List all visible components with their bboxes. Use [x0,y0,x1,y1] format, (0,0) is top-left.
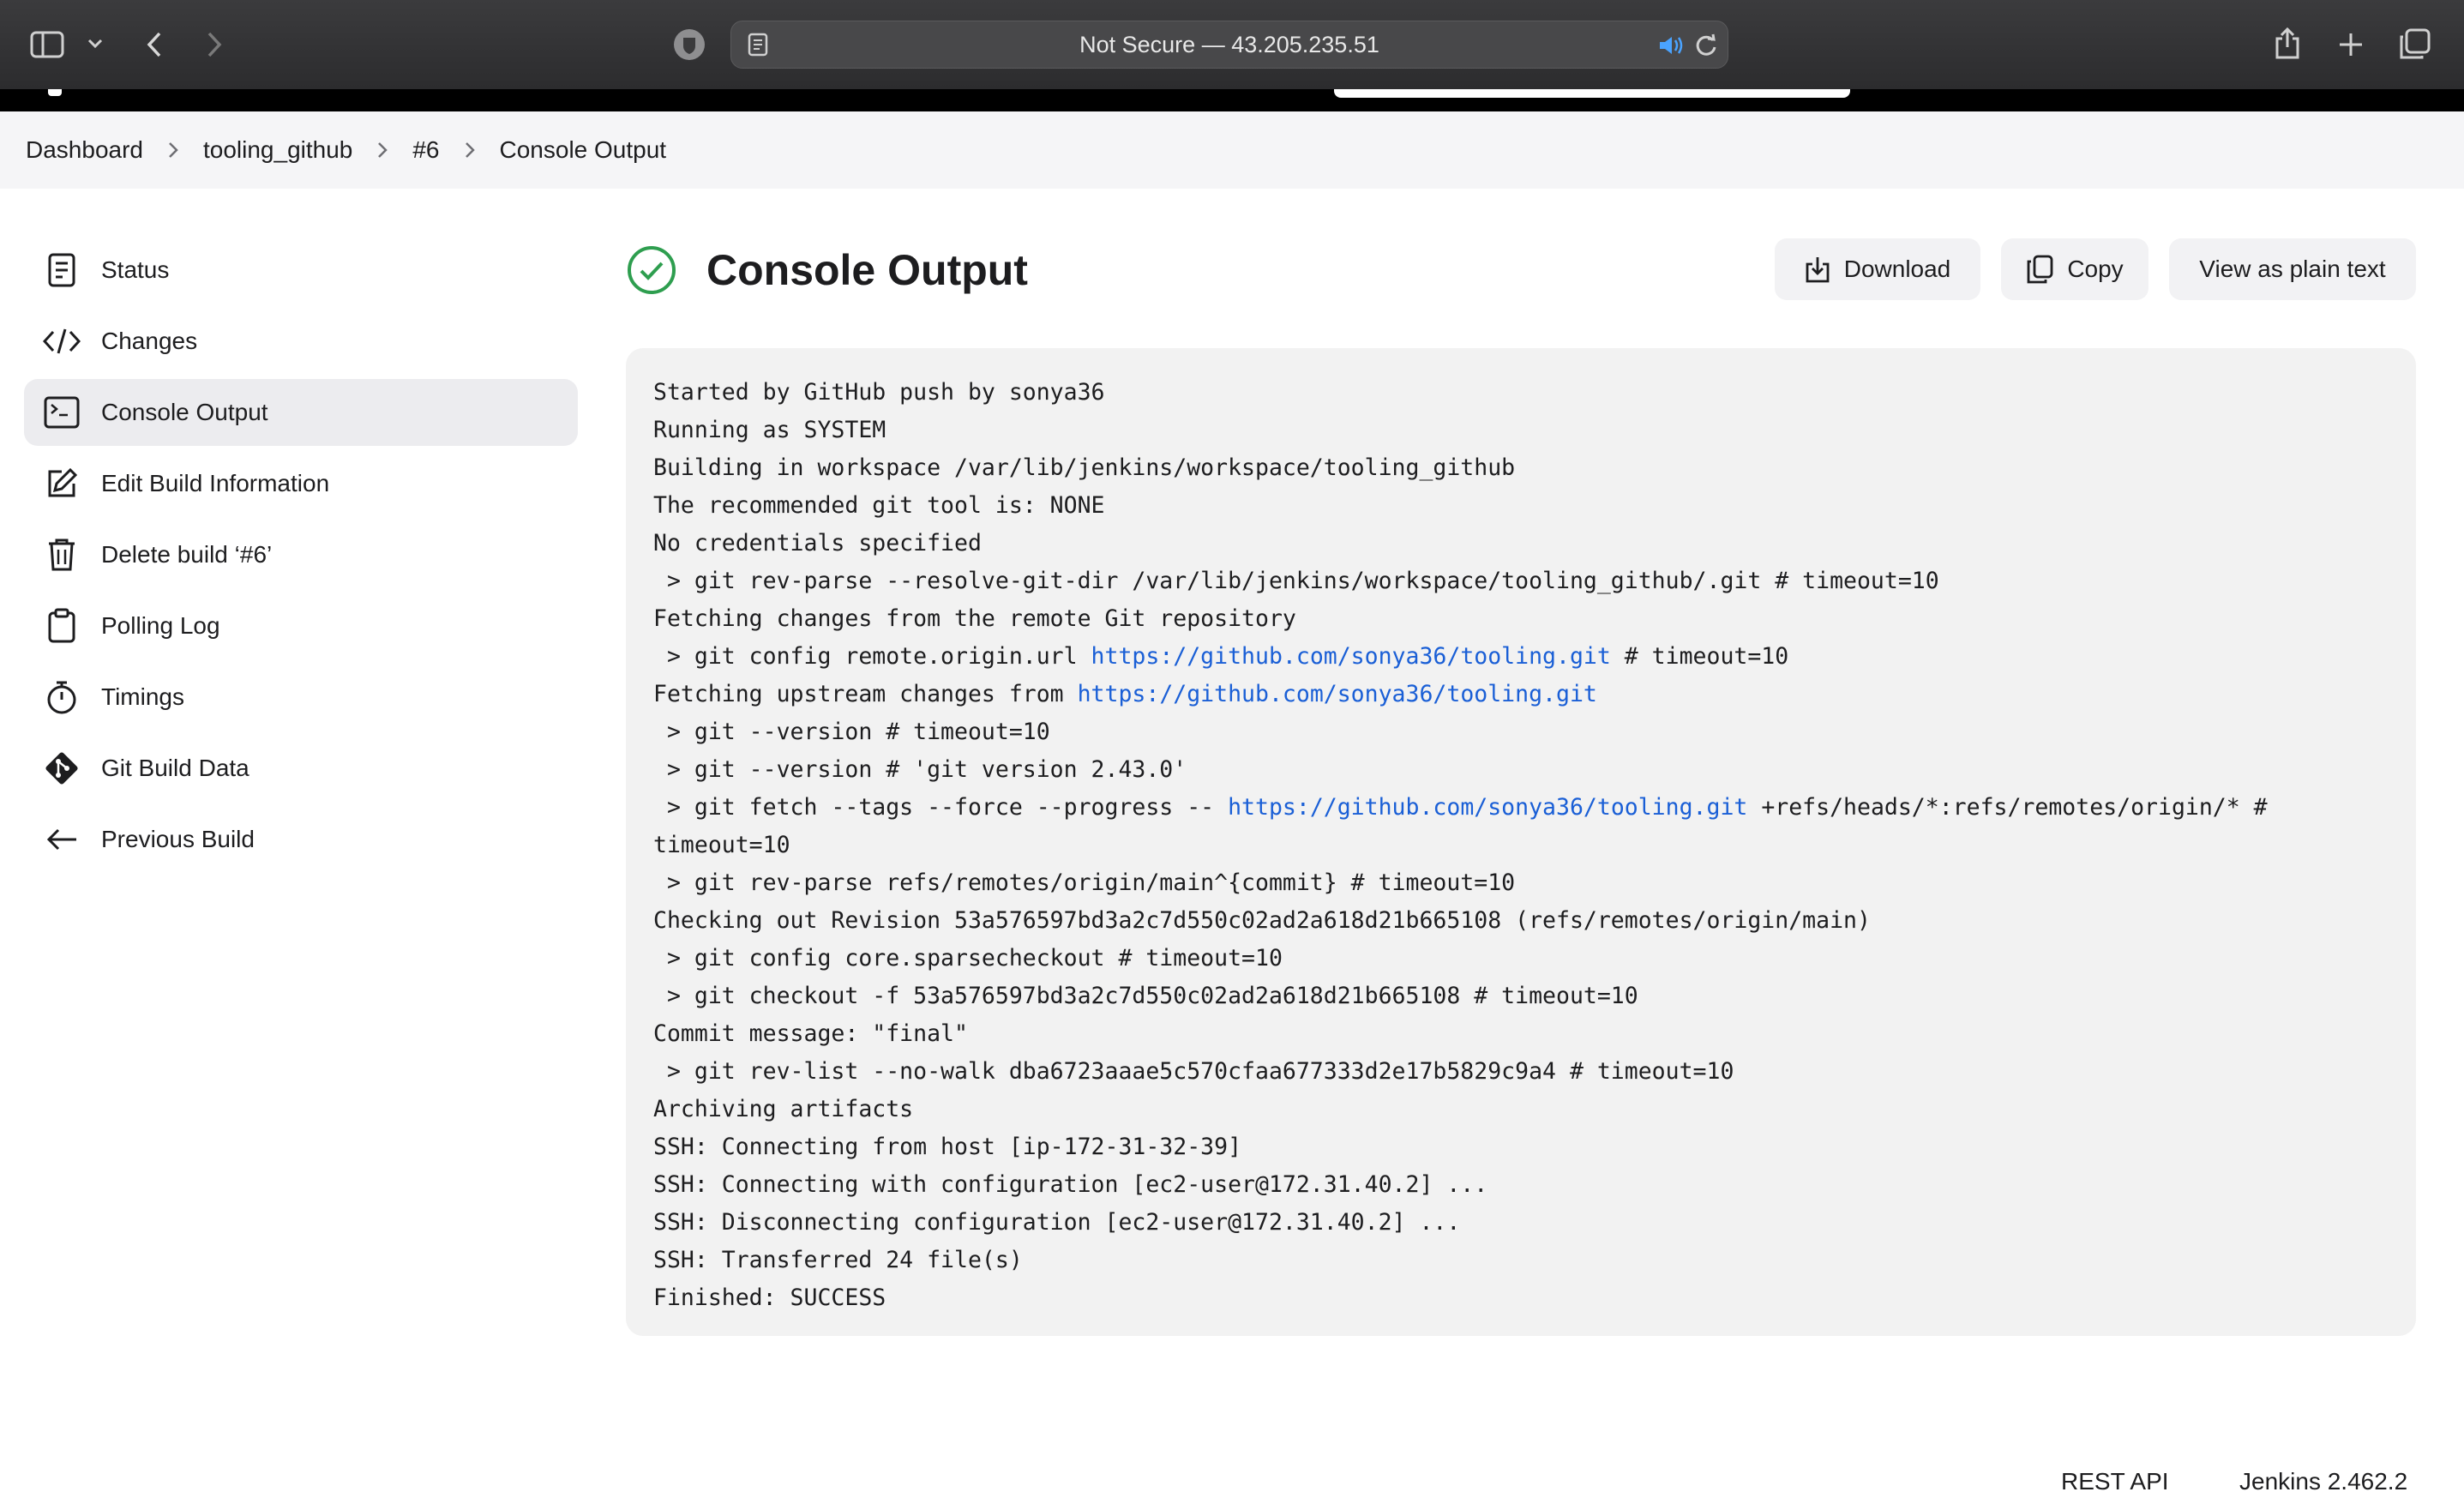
arrow-left-icon [43,821,81,858]
console-line: Checking out Revision 53a576597bd3a2c7d5… [653,907,1871,934]
jenkins-version[interactable]: Jenkins 2.462.2 [2239,1468,2407,1495]
chevron-right-icon [440,141,500,159]
console-line: SSH: Disconnecting configuration [ec2-us… [653,1209,1461,1236]
console-line: Fetching upstream changes from https://g… [653,681,1597,707]
sidebar: Status Changes Console Output Edit Build… [24,237,578,877]
sidebar-item-label: Changes [101,328,198,354]
sidebar-item-label: Git Build Data [101,755,249,781]
breadcrumb-current[interactable]: Console Output [500,136,667,164]
rest-api-link[interactable]: REST API [2061,1468,2169,1495]
console-line: Finished: SUCCESS [653,1284,886,1311]
console-link[interactable]: https://github.com/sonya36/tooling.git [1091,643,1611,670]
copy-button[interactable]: Copy [2001,238,2148,300]
new-tab-icon[interactable] [2334,27,2368,62]
jenkins-logo[interactable] [48,89,62,96]
share-icon[interactable] [2270,24,2305,63]
sidebar-item-changes[interactable]: Changes [24,308,578,375]
breadcrumb: Dashboard tooling_github #6 Console Outp… [0,111,2464,189]
sidebar-item-delete-build[interactable]: Delete build ‘#6’ [24,521,578,588]
header-search-box[interactable] [1334,89,1850,98]
console-line: Archiving artifacts [653,1096,914,1122]
sidebar-item-status[interactable]: Status [24,237,578,304]
stopwatch-icon [43,678,81,716]
copy-icon [2026,255,2053,284]
console-line: > git --version # timeout=10 [653,719,1050,745]
sidebar-toggle-icon[interactable] [26,26,69,63]
console-output: Started by GitHub push by sonya36 Running… [626,348,2416,1336]
page-title: Console Output [706,246,1028,294]
console-line: > git checkout -f 53a576597bd3a2c7d550c0… [653,983,1638,1009]
url-text[interactable]: Not Secure — 43.205.235.51 [731,21,1728,68]
sidebar-item-polling-log[interactable]: Polling Log [24,593,578,659]
console-line: Started by GitHub push by sonya36 [653,379,1105,406]
console-link[interactable]: https://github.com/sonya36/tooling.git [1228,794,1747,821]
console-line: The recommended git tool is: NONE [653,492,1105,519]
view-as-plain-text-button[interactable]: View as plain text [2169,238,2416,300]
terminal-icon [43,394,81,431]
console-line: SSH: Transferred 24 file(s) [653,1247,1023,1273]
edit-icon [43,465,81,502]
sidebar-item-label: Timings [101,683,184,710]
console-line: > git config remote.origin.url https://g… [653,643,1789,670]
breadcrumb-job[interactable]: tooling_github [203,136,352,164]
sidebar-item-label: Polling Log [101,612,220,639]
console-line: Commit message: "final" [653,1020,968,1047]
console-line: > git rev-parse refs/remotes/origin/main… [653,869,1516,896]
clipboard-icon [43,607,81,645]
console-line: SSH: Connecting with configuration [ec2-… [653,1171,1488,1198]
document-icon [43,251,81,289]
speaker-icon[interactable] [1656,32,1685,59]
sidebar-item-previous-build[interactable]: Previous Build [24,806,578,873]
console-line: Building in workspace /var/lib/jenkins/w… [653,454,1516,481]
privacy-shield-icon[interactable] [670,26,708,63]
success-check-icon [626,244,677,296]
console-link[interactable]: https://github.com/sonya36/tooling.git [1078,681,1597,707]
view-as-plain-text-label: View as plain text [2199,256,2386,282]
browser-toolbar: Not Secure — 43.205.235.51 [0,0,2464,89]
console-line: > git --version # 'git version 2.43.0' [653,756,1187,783]
console-line: Running as SYSTEM [653,417,886,443]
console-line: > git rev-parse --resolve-git-dir /var/l… [653,568,1939,594]
address-bar[interactable]: Not Secure — 43.205.235.51 [730,21,1728,69]
copy-label: Copy [2067,256,2124,282]
forward-icon[interactable] [197,26,231,63]
download-label: Download [1843,256,1951,282]
breadcrumb-build[interactable]: #6 [412,136,439,164]
back-icon[interactable] [137,26,171,63]
sidebar-item-edit-build-information[interactable]: Edit Build Information [24,450,578,517]
sidebar-item-label: Status [101,256,170,283]
console-line: > git fetch --tags --force --progress --… [653,794,2268,821]
breadcrumb-dashboard[interactable]: Dashboard [26,136,143,164]
console-line: timeout=10 [653,832,790,858]
chevron-right-icon [352,141,412,159]
sidebar-item-label: Edit Build Information [101,470,330,496]
chevron-down-icon[interactable] [82,31,108,57]
sidebar-item-git-build-data[interactable]: Git Build Data [24,735,578,802]
console-line: > git rev-list --no-walk dba6723aaae5c57… [653,1058,1734,1085]
chevron-right-icon [143,141,203,159]
console-line: No credentials specified [653,530,982,556]
sidebar-item-label: Console Output [101,399,268,425]
code-icon [43,322,81,360]
tab-overview-icon[interactable] [2395,26,2433,63]
jenkins-header [0,89,2464,111]
page-header: Console Output [626,237,1028,304]
sidebar-item-label: Delete build ‘#6’ [101,541,273,568]
console-line: Fetching changes from the remote Git rep… [653,605,1296,632]
download-button[interactable]: Download [1775,238,1980,300]
console-line: SSH: Connecting from host [ip-172-31-32-… [653,1134,1242,1160]
trash-icon [43,536,81,574]
download-icon [1805,256,1830,283]
console-line: > git config core.sparsecheckout # timeo… [653,945,1283,972]
sidebar-item-timings[interactable]: Timings [24,664,578,731]
sidebar-item-label: Previous Build [101,826,255,852]
sidebar-item-console-output[interactable]: Console Output [24,379,578,446]
reload-icon[interactable] [1692,32,1721,59]
git-icon [43,749,81,787]
console-lines: Started by GitHub push by sonya36 Running… [653,374,2389,1317]
